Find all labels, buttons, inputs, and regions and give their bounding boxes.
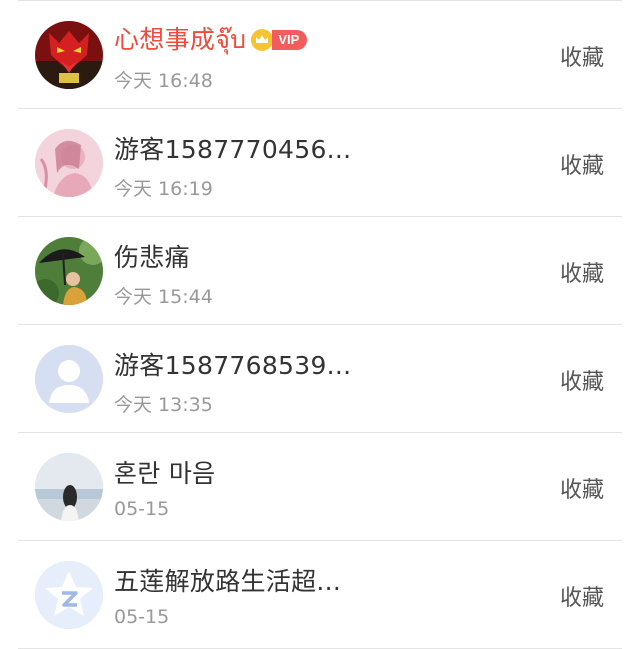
favorite-button[interactable]: 收藏 xyxy=(560,472,604,504)
avatar[interactable] xyxy=(35,129,103,197)
sea-girl-avatar-icon xyxy=(35,453,103,521)
crown-icon xyxy=(251,29,274,51)
avatar[interactable] xyxy=(35,21,103,89)
user-name: 游客1587770456... xyxy=(114,135,352,164)
timestamp: 今天 13:35 xyxy=(114,394,213,416)
timestamp: 05-15 xyxy=(114,606,170,628)
red-mask-avatar-icon xyxy=(35,21,103,89)
name-line: 伤悲痛 xyxy=(114,238,190,274)
favorites-list: 心想事成จุ๊บ VIP 今天 16:48 收藏 游客1587770456...… xyxy=(0,0,640,649)
timestamp: 今天 16:19 xyxy=(114,178,213,200)
favorite-button[interactable]: 收藏 xyxy=(560,40,604,72)
row-divider xyxy=(18,432,622,433)
pink-girl-avatar-icon xyxy=(35,129,103,197)
default-person-avatar-icon xyxy=(35,345,103,413)
user-name: 五莲解放路生活超... xyxy=(114,567,342,596)
list-item[interactable]: 游客1587770456... 今天 16:19 收藏 xyxy=(0,110,640,217)
name-line: 五莲解放路生活超... xyxy=(114,562,341,598)
name-line: 心想事成จุ๊บ VIP xyxy=(114,22,308,58)
favorite-button[interactable]: 收藏 xyxy=(560,256,604,288)
user-name: 혼란 마음 xyxy=(114,459,216,488)
vip-badge: VIP xyxy=(272,30,308,50)
name-line: 游客1587768539... xyxy=(114,346,351,382)
row-divider xyxy=(18,324,622,325)
timestamp: 今天 15:44 xyxy=(114,286,213,308)
favorite-button[interactable]: 收藏 xyxy=(560,364,604,396)
name-line: 혼란 마음 xyxy=(114,454,215,490)
avatar[interactable] xyxy=(35,561,103,629)
favorite-button[interactable]: 收藏 xyxy=(560,580,604,612)
list-item[interactable]: 伤悲痛 今天 15:44 收藏 xyxy=(0,218,640,325)
avatar[interactable] xyxy=(35,237,103,305)
avatar[interactable] xyxy=(35,345,103,413)
timestamp: 05-15 xyxy=(114,498,170,520)
umbrella-girl-avatar-icon xyxy=(35,237,103,305)
row-divider xyxy=(18,540,622,541)
qzone-star-avatar-icon xyxy=(35,561,103,629)
list-item[interactable]: 五莲解放路生活超... 05-15 收藏 xyxy=(0,542,640,649)
user-name: 游客1587768539... xyxy=(114,351,352,380)
row-divider xyxy=(18,108,622,109)
user-name: 心想事成จุ๊บ xyxy=(114,25,247,54)
list-item[interactable]: 游客1587768539... 今天 13:35 收藏 xyxy=(0,326,640,433)
list-item[interactable]: 혼란 마음 05-15 收藏 xyxy=(0,434,640,541)
avatar[interactable] xyxy=(35,453,103,521)
top-divider xyxy=(18,0,622,1)
user-name: 伤悲痛 xyxy=(114,243,190,272)
list-item[interactable]: 心想事成จุ๊บ VIP 今天 16:48 收藏 xyxy=(0,2,640,109)
name-line: 游客1587770456... xyxy=(114,130,351,166)
timestamp: 今天 16:48 xyxy=(114,70,213,92)
favorite-button[interactable]: 收藏 xyxy=(560,148,604,180)
row-divider xyxy=(18,216,622,217)
